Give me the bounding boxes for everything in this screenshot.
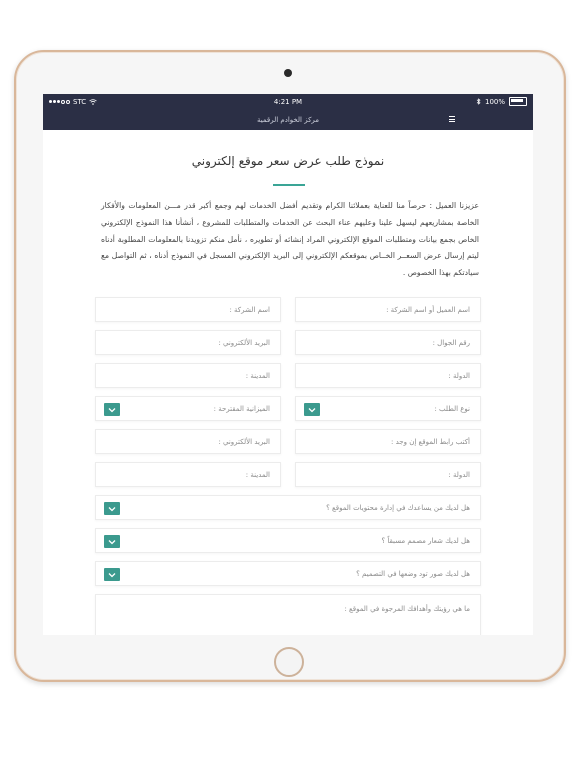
home-button[interactable] [274,647,304,677]
camera-icon [284,69,292,77]
chevron-down-icon[interactable] [104,403,120,416]
budget-label: الميزانية المقترحة : [213,405,270,413]
city-field[interactable]: المدينة : [95,363,281,388]
chevron-down-icon[interactable] [104,535,120,548]
title-underline [273,184,305,186]
country-placeholder: الدولة : [448,372,470,380]
logo-select[interactable]: هل لديك شعار مصمم مسبقاً ؟ [95,528,481,553]
email-placeholder: البريد الألكتروني : [218,339,270,347]
email-field[interactable]: البريد الألكتروني : [95,330,281,355]
intro-text: عزيزنا العميل : حرصاً منا للعناية بعملائ… [101,201,479,278]
request-type-select[interactable]: نوع الطلب : [295,396,481,421]
city-placeholder-2: المدينة : [245,471,270,479]
site-url-placeholder: أكتب رابط الموقع إن وجد : [391,438,470,446]
city-placeholder: المدينة : [245,372,270,380]
battery-icon [509,97,527,106]
company-name-placeholder: اسم الشركة : [229,306,270,314]
battery-percent: 100% [484,97,505,106]
client-name-placeholder: اسم العميل أو اسم الشركة : [386,306,470,314]
nav-title: مركز الخوادم الرقمية [256,116,320,124]
chevron-down-icon[interactable] [104,502,120,515]
chevron-down-icon[interactable] [104,568,120,581]
budget-select[interactable]: الميزانية المقترحة : [95,396,281,421]
vision-placeholder: ما هي رؤيتك وأهدافك المرجوة في الموقع : [344,605,470,613]
client-name-field[interactable]: اسم العميل أو اسم الشركة : [295,297,481,322]
logo-label: هل لديك شعار مصمم مسبقاً ؟ [381,537,470,545]
status-time: 4:21 PM [273,98,303,106]
country-field[interactable]: الدولة : [295,363,481,388]
images-select[interactable]: هل لديك صور تود وضعها في التصميم ؟ [95,561,481,586]
company-name-field[interactable]: اسم الشركة : [95,297,281,322]
request-type-label: نوع الطلب : [434,405,470,413]
vision-textarea[interactable]: ما هي رؤيتك وأهدافك المرجوة في الموقع : [95,594,481,635]
city-field-2[interactable]: المدينة : [95,462,281,487]
email-field-2[interactable]: البريد الألكتروني : [95,429,281,454]
nav-bar: مركز الخوادم الرقمية [43,110,533,130]
mobile-placeholder: رقم الجوال : [432,339,470,347]
country-field-2[interactable]: الدولة : [295,462,481,487]
country-placeholder-2: الدولة : [448,471,470,479]
email-placeholder-2: البريد الألكتروني : [218,438,270,446]
status-right: 100% [476,97,527,106]
screen: STC 4:21 PM 100% مركز الخوادم الرقمية نم… [43,94,533,635]
page-title: نموذج طلب عرض سعر موقع إلكتروني [191,154,385,168]
menu-icon[interactable] [449,116,455,122]
content-manager-select[interactable]: هل لديك من يساعدك في إدارة محتويات الموق… [95,495,481,520]
status-bar: STC 4:21 PM 100% [43,94,533,110]
mobile-field[interactable]: رقم الجوال : [295,330,481,355]
site-url-field[interactable]: أكتب رابط الموقع إن وجد : [295,429,481,454]
bluetooth-icon [476,98,481,105]
images-label: هل لديك صور تود وضعها في التصميم ؟ [356,570,470,578]
content-manager-label: هل لديك من يساعدك في إدارة محتويات الموق… [326,504,470,512]
chevron-down-icon[interactable] [304,403,320,416]
